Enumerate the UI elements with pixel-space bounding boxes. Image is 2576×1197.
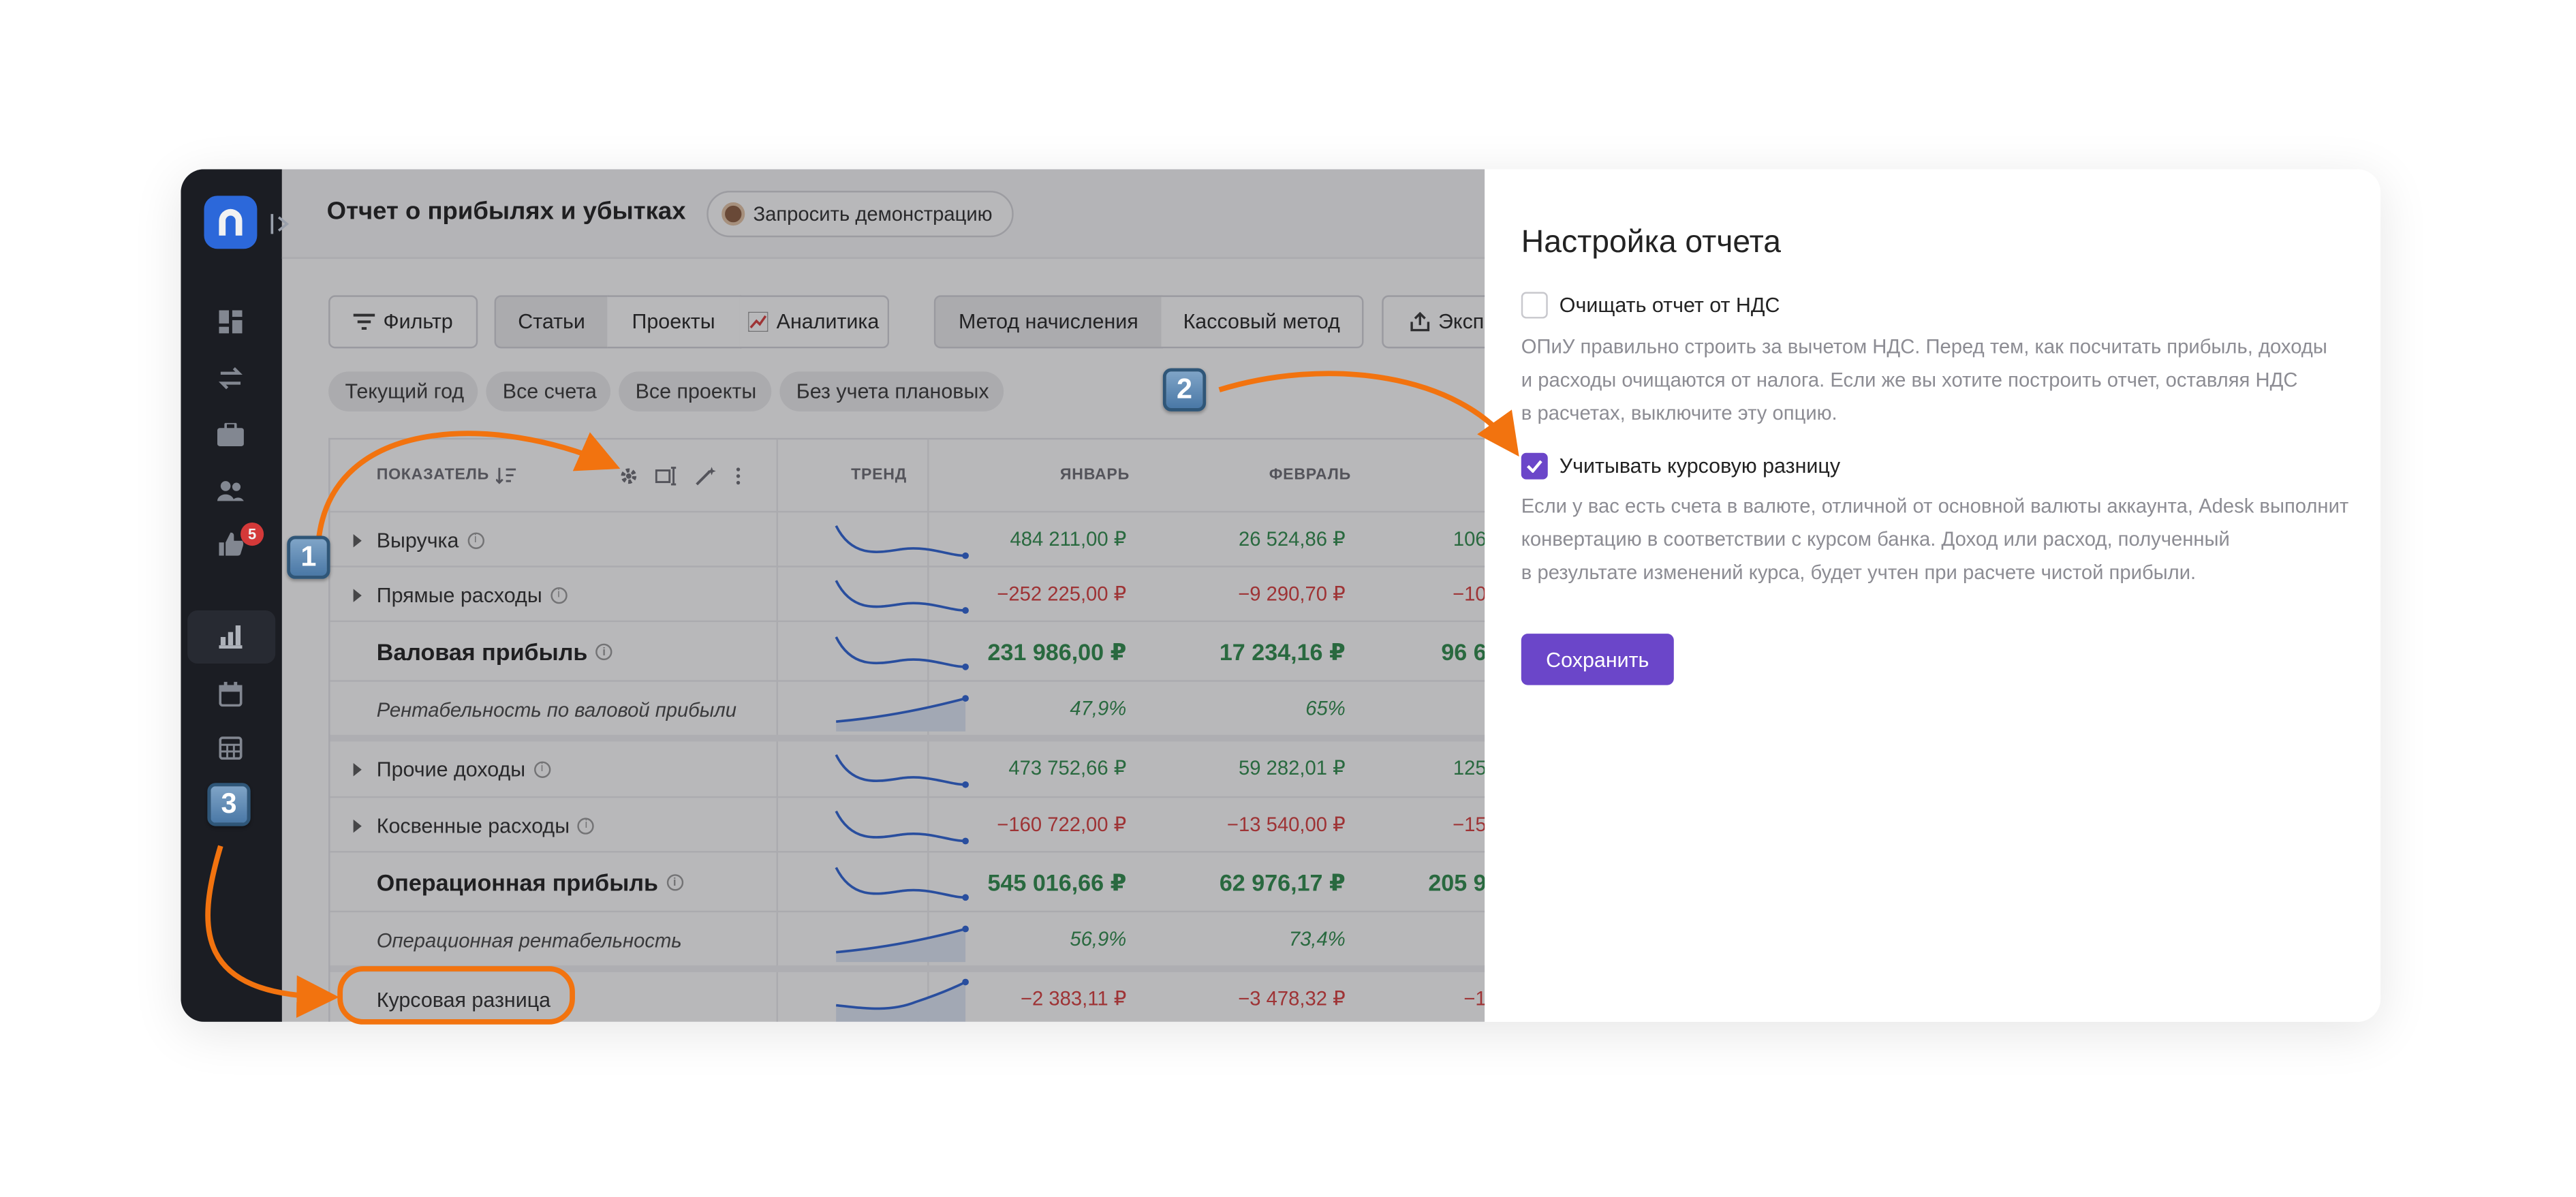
- save-button[interactable]: Сохранить: [1521, 634, 1674, 685]
- sidebar-toggle-icon[interactable]: [264, 206, 297, 243]
- step-badge-1: 1: [287, 535, 330, 579]
- fx-hint-line: Если у вас есть счета в валюте, отличной…: [1521, 494, 2349, 518]
- vat-hint: ОПиУ правильно строить за вычетом НДС. П…: [1521, 330, 2350, 430]
- vat-checkbox[interactable]: [1521, 292, 1548, 319]
- app-window: 5 Отчет о прибылях и убытках Запросить д…: [181, 169, 2381, 1022]
- vat-hint-line: и расходы очищаются от налога. Если же в…: [1521, 368, 2298, 392]
- exchange-rate-hint: Если у вас есть счета в валюте, отличной…: [1521, 489, 2350, 589]
- step-badge-3: 3: [207, 783, 251, 826]
- dim-overlay[interactable]: [281, 169, 1485, 1022]
- vat-hint-line: в расчетах, выключите эту опцию.: [1521, 401, 1837, 425]
- vat-checkbox-label[interactable]: Очищать отчет от НДС: [1559, 294, 1780, 317]
- sidebar: 5: [181, 169, 282, 1022]
- fx-hint-line: конвертацию в соответствии с курсом банк…: [1521, 527, 2230, 551]
- checkmark-icon: [1526, 460, 1542, 473]
- step-badge-2: 2: [1162, 368, 1207, 411]
- sidebar-dim-overlay: [181, 169, 282, 1022]
- report-settings-panel: Настройка отчета Очищать отчет от НДС ОП…: [1485, 169, 2381, 1022]
- vat-hint-line: ОПиУ правильно строить за вычетом НДС. П…: [1521, 335, 2327, 358]
- exchange-rate-checkbox-label[interactable]: Учитывать курсовую разницу: [1559, 454, 1840, 478]
- panel-title: Настройка отчета: [1521, 226, 1782, 261]
- fx-hint-line: в результате изменений курса, будет учте…: [1521, 560, 2197, 585]
- exchange-rate-checkbox[interactable]: [1521, 452, 1548, 480]
